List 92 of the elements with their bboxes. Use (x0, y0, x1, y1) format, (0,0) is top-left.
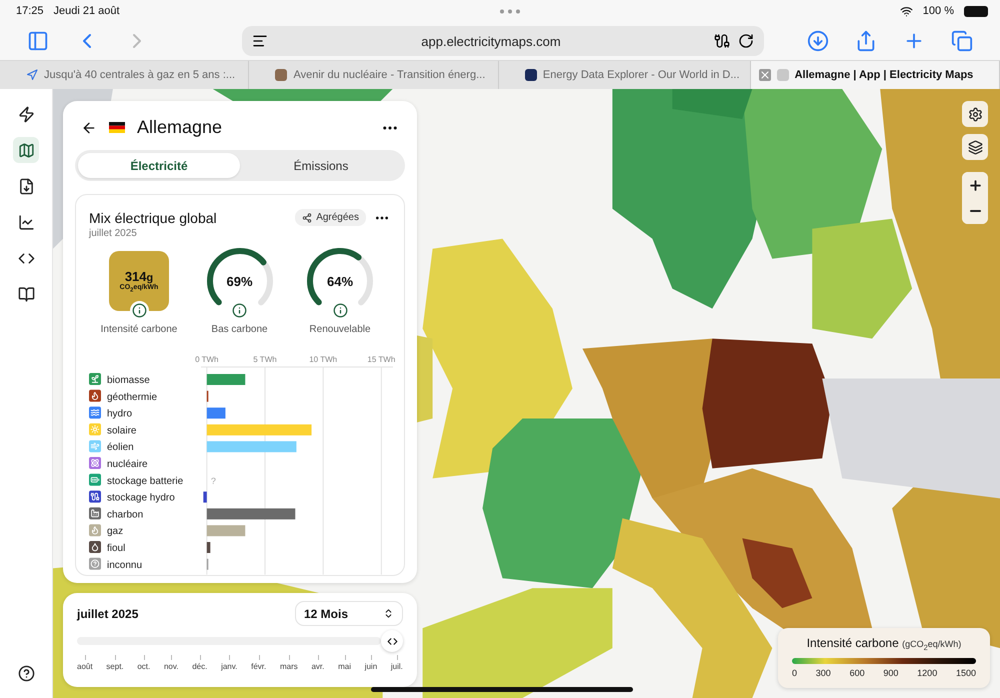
view-tab[interactable]: Électricité (78, 153, 240, 178)
axis-tick-label: 15 TWh (367, 355, 396, 364)
sidebar-icon[interactable] (27, 30, 49, 52)
gauge-value: 69% (226, 274, 253, 288)
month-label: févr. (251, 658, 266, 671)
scale-label: 1200 (917, 668, 938, 678)
multitask-icon[interactable] (498, 8, 521, 14)
battery-icon (964, 6, 988, 16)
gauge-value: 64% (326, 274, 354, 288)
carbon-value: 314g (124, 268, 154, 284)
back-arrow-icon[interactable] (81, 120, 97, 136)
source-label: solaire (107, 425, 136, 436)
zone-name: Allemagne (137, 117, 224, 138)
stat-label: Intensité carbone (100, 324, 178, 335)
flag-icon (109, 122, 125, 133)
axis-tick-label: 5 TWh (253, 355, 277, 364)
source-label: gaz (107, 526, 124, 538)
settings-button[interactable] (962, 101, 988, 127)
scale-label: 600 (850, 668, 865, 678)
source-label: biomasse (107, 375, 150, 386)
source-label: stockage batterie (107, 476, 184, 487)
month-label: mars (280, 658, 298, 671)
tabs-icon[interactable] (951, 30, 973, 52)
source-label: éolien (107, 442, 134, 454)
layers-button[interactable] (962, 134, 988, 160)
legend-title: Intensité carbone (806, 636, 900, 650)
card-title: Mix électrique global (89, 210, 218, 226)
bar (206, 525, 246, 536)
timeline-date: juillet 2025 (77, 606, 138, 620)
bar (206, 408, 226, 419)
bar (203, 492, 207, 503)
month-label: nov. (164, 658, 179, 671)
layers-icon (968, 140, 982, 154)
tab-title: Avenir du nucléaire - Transition énerg... (293, 69, 486, 81)
source-label: charbon (107, 509, 144, 520)
status-time: 17:25 (16, 5, 44, 17)
tab-title: Energy Data Explorer - Our World in D... (542, 69, 740, 81)
source-label: stockage hydro (107, 492, 175, 504)
stat-label: Bas carbone (211, 324, 268, 335)
arrow-favicon-icon (26, 69, 38, 81)
map-icon[interactable] (13, 137, 39, 163)
stat-label: Renouvelable (309, 324, 371, 335)
tab-title: Allemagne | App | Electricity Maps (794, 69, 974, 81)
address-field[interactable]: app.electricitymaps.com (242, 26, 764, 56)
card-date: juillet 2025 (89, 228, 138, 239)
month-label: oct. (137, 658, 150, 671)
source-label: géothermie (107, 392, 158, 403)
scale-label: 900 (883, 668, 898, 678)
month-label: juin (364, 658, 378, 671)
bar (206, 374, 246, 385)
slider-thumb[interactable] (381, 630, 403, 652)
tab-title: Jusqu'à 40 centrales à gaz en 5 ans :... (44, 69, 236, 81)
browser-tab[interactable]: Allemagne | App | Electricity Maps (750, 61, 1000, 89)
wifi-icon (900, 4, 913, 18)
axis-tick-label: 10 TWh (309, 355, 338, 364)
up-down-icon (383, 608, 394, 619)
share-icon[interactable] (855, 30, 877, 52)
minus-icon (970, 210, 980, 212)
scale-label: 0 (792, 668, 798, 678)
reload-icon[interactable] (738, 33, 754, 49)
url-text: app.electricitymaps.com (420, 34, 562, 48)
view-tab[interactable]: Émissions (240, 153, 402, 178)
source-label: nucléaire (107, 459, 148, 470)
source-label: fioul (107, 543, 126, 554)
extension-icon[interactable] (714, 33, 730, 49)
favicon-icon (776, 69, 789, 81)
no-data-mark: ? (210, 476, 216, 486)
scale-label: 300 (816, 668, 831, 678)
axis-tick-label: 0 TWh (195, 355, 219, 364)
month-label: mai (338, 658, 351, 671)
scale-label: 1500 (956, 668, 976, 678)
favicon-icon (275, 69, 288, 81)
month-label: janv. (221, 658, 238, 671)
source-label: inconnu (107, 560, 142, 571)
settings-icon (968, 106, 982, 122)
plus-icon (968, 178, 982, 192)
close-icon[interactable] (758, 69, 771, 81)
month-label: août (77, 658, 93, 671)
aggregated-button[interactable]: Agrégées (295, 209, 366, 226)
range-select[interactable]: 12 Mois (295, 601, 403, 626)
bar (206, 542, 210, 553)
month-label: sept. (106, 658, 124, 671)
month-label: avr. (311, 658, 324, 671)
legend-unit: (gCO$_{2}$eq/kWh) (902, 639, 962, 649)
battery-percent: 100 % (922, 5, 954, 17)
favicon-icon (524, 69, 537, 81)
month-label: juil. (390, 658, 403, 671)
page-menu-icon[interactable] (252, 33, 268, 49)
month-label: déc. (192, 658, 208, 671)
status-date: Jeudi 21 août (54, 5, 120, 17)
source-label: hydro (107, 408, 132, 420)
branch-icon (302, 212, 312, 222)
